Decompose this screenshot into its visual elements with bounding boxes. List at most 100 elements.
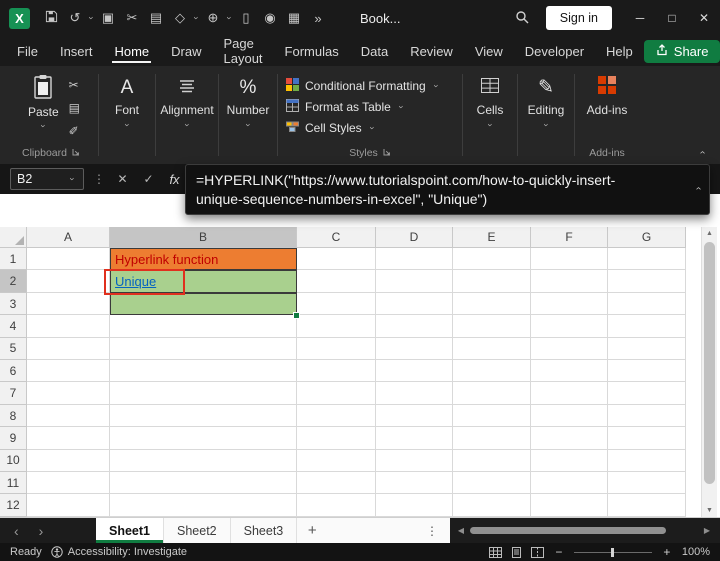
cell-e4[interactable] — [453, 315, 531, 337]
camera-icon[interactable]: ◉ — [259, 10, 281, 26]
cell-c2[interactable] — [297, 270, 376, 292]
cell-a12[interactable] — [27, 494, 110, 516]
scroll-up-icon[interactable]: ▲ — [702, 230, 717, 237]
addins-group[interactable]: Add-ins Add-ins — [575, 66, 639, 164]
zoom-slider[interactable] — [574, 547, 652, 558]
formula-input[interactable]: =HYPERLINK("https://www.tutorialspoint.c… — [185, 164, 710, 215]
cell-e6[interactable] — [453, 360, 531, 382]
cell-e1[interactable] — [453, 248, 531, 270]
menu-tab-page-layout[interactable]: Page Layout — [213, 36, 274, 66]
cell-g11[interactable] — [608, 472, 686, 494]
cell-a3[interactable] — [27, 293, 110, 315]
column-header-g[interactable]: G — [608, 227, 686, 248]
editing-group[interactable]: ✎ Editing › — [518, 66, 574, 164]
more-commands-icon[interactable]: » — [307, 11, 329, 26]
number-expand-icon[interactable]: › — [243, 121, 253, 130]
zoom-thumb[interactable] — [611, 548, 614, 557]
cell-d5[interactable] — [376, 338, 453, 360]
scroll-right-icon[interactable]: ▶ — [698, 526, 716, 535]
column-header-f[interactable]: F — [531, 227, 608, 248]
formula-bar-options-icon[interactable]: ⋮ — [93, 172, 105, 186]
cell-g6[interactable] — [608, 360, 686, 382]
collapse-ribbon-icon[interactable]: › — [697, 151, 708, 154]
cell-b4[interactable] — [110, 315, 297, 337]
next-sheet-icon[interactable]: › — [39, 523, 44, 539]
font-group[interactable]: A Font › — [99, 66, 155, 164]
cell-f2[interactable] — [531, 270, 608, 292]
cell-a5[interactable] — [27, 338, 110, 360]
row-header-5[interactable]: 5 — [0, 338, 27, 360]
cell-d1[interactable] — [376, 248, 453, 270]
cells-expand-icon[interactable]: › — [485, 121, 495, 130]
cell-e8[interactable] — [453, 405, 531, 427]
enter-icon[interactable]: ✓ — [140, 172, 157, 186]
cell-e9[interactable] — [453, 427, 531, 449]
collapse-formula-bar-icon[interactable]: › — [693, 187, 704, 190]
paste-button[interactable]: Paste › — [22, 74, 65, 138]
cell-g9[interactable] — [608, 427, 686, 449]
sheet-tab-sheet1[interactable]: Sheet1 — [96, 518, 164, 543]
normal-view-icon[interactable] — [489, 547, 502, 558]
new-document-icon[interactable]: ▯ — [235, 10, 257, 26]
undo-dropdown-icon[interactable]: › — [87, 14, 97, 23]
number-group[interactable]: % Number › — [219, 66, 277, 164]
menu-tab-developer[interactable]: Developer — [514, 36, 595, 66]
cell-g8[interactable] — [608, 405, 686, 427]
cell-d10[interactable] — [376, 450, 453, 472]
row-header-6[interactable]: 6 — [0, 360, 27, 382]
cell-f9[interactable] — [531, 427, 608, 449]
cell-d3[interactable] — [376, 293, 453, 315]
cell-b9[interactable] — [110, 427, 297, 449]
menu-tab-insert[interactable]: Insert — [49, 36, 104, 66]
cell-f11[interactable] — [531, 472, 608, 494]
cell-e12[interactable] — [453, 494, 531, 516]
cell-a7[interactable] — [27, 382, 110, 404]
row-header-11[interactable]: 11 — [0, 472, 27, 494]
cell-e11[interactable] — [453, 472, 531, 494]
sign-in-button[interactable]: Sign in — [546, 6, 612, 30]
cell-f3[interactable] — [531, 293, 608, 315]
format-painter-icon[interactable]: ✐ — [69, 124, 80, 138]
cell-g4[interactable] — [608, 315, 686, 337]
editing-expand-icon[interactable]: › — [541, 121, 551, 130]
page-layout-view-icon[interactable] — [510, 547, 523, 558]
cell-a8[interactable] — [27, 405, 110, 427]
column-header-b[interactable]: B — [110, 227, 297, 248]
menu-tab-formulas[interactable]: Formulas — [274, 36, 350, 66]
format-as-table-button[interactable]: Format as Table › — [286, 96, 406, 117]
cell-c10[interactable] — [297, 450, 376, 472]
globe-dropdown-icon[interactable]: › — [225, 14, 235, 23]
cell-f1[interactable] — [531, 248, 608, 270]
row-header-1[interactable]: 1 — [0, 248, 27, 270]
copy-icon[interactable]: ▤ — [145, 10, 167, 26]
row-header-3[interactable]: 3 — [0, 293, 27, 315]
cell-c9[interactable] — [297, 427, 376, 449]
zoom-in-button[interactable]: + — [660, 545, 674, 559]
cell-d4[interactable] — [376, 315, 453, 337]
cell-c4[interactable] — [297, 315, 376, 337]
cell-f6[interactable] — [531, 360, 608, 382]
cell-e10[interactable] — [453, 450, 531, 472]
cell-f8[interactable] — [531, 405, 608, 427]
row-header-2[interactable]: 2 — [0, 270, 27, 292]
row-header-10[interactable]: 10 — [0, 450, 27, 472]
cell-c11[interactable] — [297, 472, 376, 494]
cell-g5[interactable] — [608, 338, 686, 360]
scroll-down-icon[interactable]: ▼ — [702, 507, 717, 514]
menu-tab-home[interactable]: Home — [103, 36, 160, 66]
row-header-8[interactable]: 8 — [0, 405, 27, 427]
cell-f4[interactable] — [531, 315, 608, 337]
vertical-scroll-thumb[interactable] — [704, 242, 715, 484]
fill-handle[interactable] — [293, 312, 300, 319]
cancel-icon[interactable]: ✕ — [114, 172, 131, 186]
column-header-c[interactable]: C — [297, 227, 376, 248]
cell-f7[interactable] — [531, 382, 608, 404]
cell-a11[interactable] — [27, 472, 110, 494]
cut-button-icon[interactable]: ✂ — [69, 78, 80, 92]
alignment-expand-icon[interactable]: › — [182, 121, 192, 130]
cell-a4[interactable] — [27, 315, 110, 337]
cell-g1[interactable] — [608, 248, 686, 270]
menu-tab-view[interactable]: View — [464, 36, 514, 66]
sheet-options-icon[interactable]: ⋮ — [414, 518, 450, 543]
cell-b3[interactable] — [110, 293, 297, 315]
